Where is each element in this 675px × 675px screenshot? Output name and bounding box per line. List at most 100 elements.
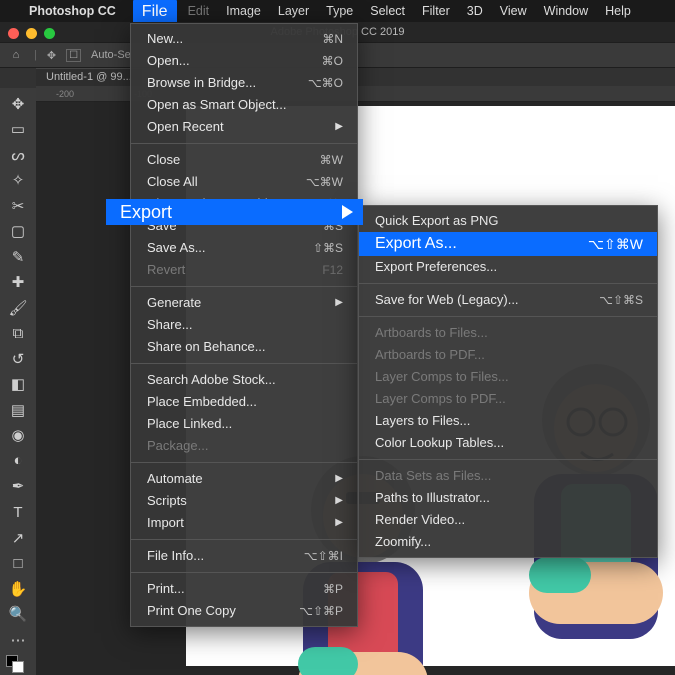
- file-menu-item-import[interactable]: Import▶: [131, 512, 357, 534]
- eyedropper-tool-icon[interactable]: ✎: [6, 247, 30, 267]
- file-menu-item-share-on-behance[interactable]: Share on Behance...: [131, 336, 357, 358]
- menu-item-label: Layer Comps to PDF...: [375, 390, 506, 408]
- menu-item-label: Place Linked...: [147, 415, 232, 433]
- file-menu-item-print-one-copy[interactable]: Print One Copy⌥⇧⌘P: [131, 600, 357, 622]
- menu-window[interactable]: Window: [544, 4, 588, 18]
- stamp-tool-icon[interactable]: ⧉: [6, 324, 30, 344]
- menu-item-label: Share...: [147, 316, 193, 334]
- eraser-tool-icon[interactable]: ◧: [6, 375, 30, 395]
- path-tool-icon[interactable]: ↗: [6, 528, 30, 548]
- menu-select[interactable]: Select: [370, 4, 405, 18]
- menu-item-label: Import: [147, 514, 184, 532]
- menu-item-label: Paths to Illustrator...: [375, 489, 490, 507]
- move-tool-icon[interactable]: ✥: [47, 49, 56, 62]
- file-menu-item-open-as-smart-object[interactable]: Open as Smart Object...: [131, 94, 357, 116]
- menu-shortcut: ⌥⌘O: [308, 74, 343, 92]
- export-menu-item-layer-comps-to-files: Layer Comps to Files...: [359, 366, 657, 388]
- file-menu-item-scripts[interactable]: Scripts▶: [131, 490, 357, 512]
- export-menu-item-layers-to-files[interactable]: Layers to Files...: [359, 410, 657, 432]
- menu-image[interactable]: Image: [226, 4, 261, 18]
- gradient-tool-icon[interactable]: ▤: [6, 400, 30, 420]
- menu-separator: [359, 459, 657, 460]
- zoom-tool-icon[interactable]: 🔍: [6, 604, 30, 624]
- history-brush-tool-icon[interactable]: ↺: [6, 349, 30, 369]
- brush-tool-icon[interactable]: 🖌: [6, 298, 30, 318]
- file-menu-item-open-recent[interactable]: Open Recent▶: [131, 116, 357, 138]
- menu-item-label: Save As...: [147, 239, 206, 257]
- export-menu-item-zoomify[interactable]: Zoomify...: [359, 531, 657, 553]
- photoshop-window: Photoshop CC File Edit Image Layer Type …: [0, 0, 675, 675]
- mac-menubar: Photoshop CC File Edit Image Layer Type …: [0, 0, 675, 22]
- blur-tool-icon[interactable]: ◉: [6, 426, 30, 446]
- menu-item-label: Layer Comps to Files...: [375, 368, 509, 386]
- maximize-icon[interactable]: [44, 28, 55, 39]
- menu-item-label: Close All: [147, 173, 198, 191]
- wand-tool-icon[interactable]: ✧: [6, 171, 30, 191]
- file-menu-item-browse-in-bridge[interactable]: Browse in Bridge...⌥⌘O: [131, 72, 357, 94]
- menu-shortcut: ⇧⌘S: [313, 239, 343, 257]
- heal-tool-icon[interactable]: ✚: [6, 273, 30, 293]
- menu-shortcut: ⌘P: [323, 580, 343, 598]
- hand-tool-icon[interactable]: ✋: [6, 579, 30, 599]
- file-menu-item-place-embedded[interactable]: Place Embedded...: [131, 391, 357, 413]
- file-menu-item-open[interactable]: Open...⌘O: [131, 50, 357, 72]
- menu-item-label: Artboards to Files...: [375, 324, 488, 342]
- file-menu-item-file-info[interactable]: File Info...⌥⇧⌘I: [131, 545, 357, 567]
- export-menu-item-quick-export-as-png[interactable]: Quick Export as PNG: [359, 210, 657, 232]
- menu-type[interactable]: Type: [326, 4, 353, 18]
- home-icon[interactable]: ⌂: [8, 47, 24, 63]
- more-tools-icon[interactable]: ⋯: [6, 630, 30, 650]
- menu-separator: [359, 316, 657, 317]
- menu-item-label: Zoomify...: [375, 533, 431, 551]
- export-menu-item-export-as[interactable]: Export As...⌥⇧⌘W: [359, 232, 657, 256]
- app-name[interactable]: Photoshop CC: [29, 4, 116, 18]
- chevron-right-icon: ▶: [335, 294, 343, 312]
- export-submenu: Quick Export as PNGExport As...⌥⇧⌘WExpor…: [358, 205, 658, 558]
- menu-item-label: Close: [147, 151, 180, 169]
- menu-layer[interactable]: Layer: [278, 4, 309, 18]
- document-tab[interactable]: Untitled-1 @ 99...: [36, 68, 142, 86]
- file-menu: New...⌘NOpen...⌘OBrowse in Bridge...⌥⌘OO…: [130, 23, 358, 627]
- file-menu-item-place-linked[interactable]: Place Linked...: [131, 413, 357, 435]
- close-icon[interactable]: [8, 28, 19, 39]
- file-menu-item-print[interactable]: Print...⌘P: [131, 578, 357, 600]
- menu-item-label: Color Lookup Tables...: [375, 434, 504, 452]
- file-menu-item-save-as[interactable]: Save As... ⇧⌘S: [131, 237, 357, 259]
- file-menu-item-search-adobe-stock[interactable]: Search Adobe Stock...: [131, 369, 357, 391]
- menu-3d[interactable]: 3D: [467, 4, 483, 18]
- menu-help[interactable]: Help: [605, 4, 631, 18]
- menu-file[interactable]: File: [133, 0, 177, 25]
- menu-shortcut: ⌘N: [322, 30, 343, 48]
- frame-tool-icon[interactable]: ▢: [6, 222, 30, 242]
- menu-separator: [359, 283, 657, 284]
- move-tool-icon[interactable]: ✥: [6, 94, 30, 114]
- fgbg-swatch-icon[interactable]: [6, 655, 30, 675]
- file-menu-item-new[interactable]: New...⌘N: [131, 28, 357, 50]
- export-menu-item-render-video[interactable]: Render Video...: [359, 509, 657, 531]
- menu-view[interactable]: View: [500, 4, 527, 18]
- export-menu-item-color-lookup-tables[interactable]: Color Lookup Tables...: [359, 432, 657, 454]
- file-menu-item-generate[interactable]: Generate▶: [131, 292, 357, 314]
- file-menu-item-package: Package...: [131, 435, 357, 457]
- export-menu-item-save-for-web-legacy[interactable]: Save for Web (Legacy)...⌥⇧⌘S: [359, 289, 657, 311]
- crop-tool-icon[interactable]: ✂: [6, 196, 30, 216]
- pen-tool-icon[interactable]: ✒: [6, 477, 30, 497]
- menu-filter[interactable]: Filter: [422, 4, 450, 18]
- file-menu-item-export[interactable]: Export: [106, 199, 363, 225]
- rect-tool-icon[interactable]: □: [6, 553, 30, 573]
- marquee-tool-icon[interactable]: ▭: [6, 120, 30, 140]
- file-menu-item-share[interactable]: Share...: [131, 314, 357, 336]
- lasso-tool-icon[interactable]: ᔕ: [6, 145, 30, 165]
- menu-item-label: Scripts: [147, 492, 187, 510]
- file-menu-item-automate[interactable]: Automate▶: [131, 468, 357, 490]
- file-menu-item-close-all[interactable]: Close All⌥⌘W: [131, 171, 357, 193]
- export-menu-item-paths-to-illustrator[interactable]: Paths to Illustrator...: [359, 487, 657, 509]
- dodge-tool-icon[interactable]: ◐: [6, 451, 30, 471]
- menu-item-label: Search Adobe Stock...: [147, 371, 276, 389]
- type-tool-icon[interactable]: T: [6, 502, 30, 522]
- file-menu-item-close[interactable]: Close⌘W: [131, 149, 357, 171]
- export-menu-item-export-preferences[interactable]: Export Preferences...: [359, 256, 657, 278]
- menu-separator: [131, 572, 357, 573]
- menu-edit[interactable]: Edit: [188, 4, 210, 18]
- minimize-icon[interactable]: [26, 28, 37, 39]
